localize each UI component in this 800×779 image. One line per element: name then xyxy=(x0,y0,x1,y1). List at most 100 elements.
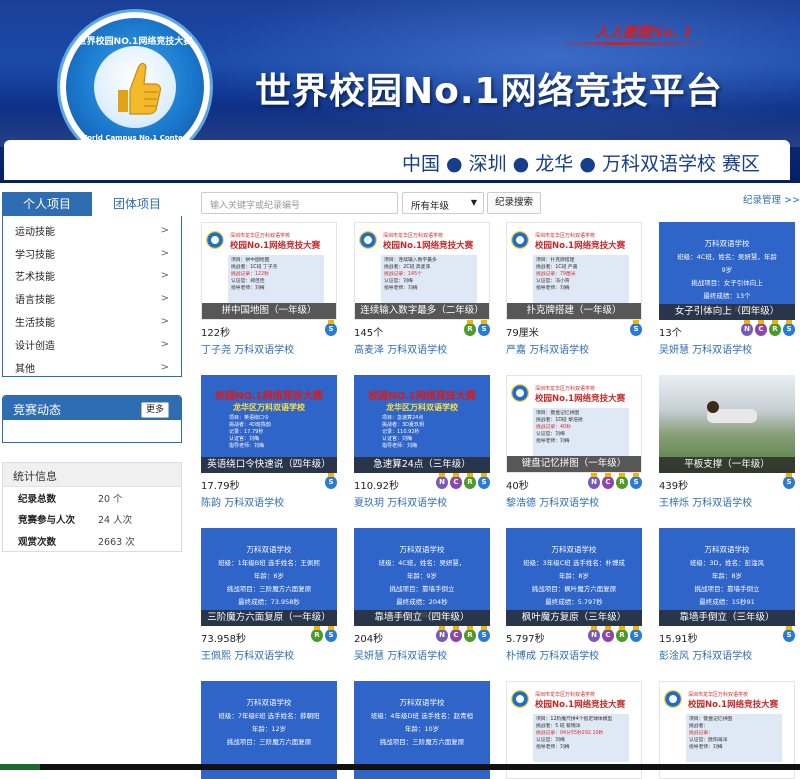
sidebar-item-label: 其他 xyxy=(15,363,35,375)
certificate-org: 深圳市龙华区万科双语学校 xyxy=(688,692,749,698)
author-name[interactable]: 王佩熙 xyxy=(201,651,231,662)
record-card[interactable]: 万科双语学校 班级：1年级B班 选手姓名：王佩熙 年龄：6岁 挑战项目：三阶魔方六面复… xyxy=(201,528,337,662)
author-school[interactable]: 万科双语学校 xyxy=(234,651,294,662)
medal-n-icon: N xyxy=(588,626,600,642)
poster-line: 项目：英语绕口令 xyxy=(229,415,270,421)
blue-card-thumbnail[interactable]: 万科双语学校 班级：1年级B班 选手姓名：王佩熙 年龄：6岁 挑战项目：三阶魔方六面复… xyxy=(201,528,337,626)
card-meta: 204秒 N C R S xyxy=(354,626,490,645)
certificate-details: 项目：键盘记忆拼图 挑战者： 挑战记录： 认证官：欧阳海洋 指导老师：刘梅 xyxy=(686,714,782,762)
sidebar-item[interactable]: 生活技能 > xyxy=(3,310,181,333)
more-button[interactable]: 更多 xyxy=(141,402,169,418)
tab-team[interactable]: 团体项目 xyxy=(92,192,182,216)
stats-title: 统计信息 xyxy=(3,463,181,487)
card-author[interactable]: 丁子尧 万科双语学校 xyxy=(201,341,337,356)
card-author[interactable]: 王梓烁 万科双语学校 xyxy=(659,494,795,509)
certificate-thumbnail[interactable]: 深圳市龙华区万科双语学校 校园No.1网络竞技大赛 项目：键盘记忆拼图 挑战者：1D班… xyxy=(506,375,642,473)
record-score: 110.92秒 xyxy=(354,481,399,492)
author-name[interactable]: 王梓烁 xyxy=(659,498,689,509)
author-name[interactable]: 高麦泽 xyxy=(354,345,384,356)
record-card[interactable]: 深圳市龙华区万科双语学校 校园No.1网络竞技大赛 项目：扑克牌搭建 挑战者：1C班 … xyxy=(506,222,642,356)
author-school[interactable]: 万科双语学校 xyxy=(387,651,447,662)
card-author[interactable]: 吴妍慧 万科双语学校 xyxy=(354,647,490,662)
medal-r-icon: R xyxy=(464,473,476,489)
author-name[interactable]: 夏玖玥 xyxy=(354,498,384,509)
author-school[interactable]: 万科双语学校 xyxy=(234,345,294,356)
card-author[interactable]: 黎浩德 万科双语学校 xyxy=(506,494,642,509)
card-author[interactable]: 彭淦风 万科双语学校 xyxy=(659,647,795,662)
card-author[interactable]: 吴妍慧 万科双语学校 xyxy=(659,341,795,356)
blue-card-thumbnail[interactable]: 万科双语学校 班级：4C班，姓名：吴妍慧，年龄 9岁 挑战项目：女子引体向上 最终成绩：… xyxy=(659,222,795,320)
medal-list: S xyxy=(325,320,337,336)
author-school[interactable]: 万科双语学校 xyxy=(529,345,589,356)
record-search-button[interactable]: 纪录搜索 xyxy=(487,192,541,214)
poster-subtitle: 龙华区万科双语学校 xyxy=(233,403,305,412)
medal-list: NCRS xyxy=(741,320,795,336)
author-school[interactable]: 万科双语学校 xyxy=(692,651,752,662)
certificate-line: 认证官：欧阳海洋 xyxy=(689,738,728,743)
category-list: 运动技能 > 学习技能 > 艺术技能 > 语言技能 > 生活技能 > 设计创造 > 其他 > xyxy=(2,216,182,377)
blue-card-line: 挑战项目：三阶魔方六面复原 xyxy=(226,585,312,593)
blue-card-line: 万科双语学校 xyxy=(399,545,445,554)
record-card[interactable]: 校园NO.1网络竞技大赛 龙华区万科双语学校 项目：急速算24点 挑战者：3D夏玖玥记… xyxy=(354,375,490,509)
sidebar-item[interactable]: 运动技能 > xyxy=(3,219,181,242)
blue-card-thumbnail[interactable]: 万科双语学校 班级：3年级C班 选手姓名：朴博成 年龄：8岁 挑战项目：枫叶魔方六面复… xyxy=(506,528,642,626)
author-name[interactable]: 陈韵 xyxy=(201,498,221,509)
author-school[interactable]: 万科双语学校 xyxy=(387,345,447,356)
record-card[interactable]: 万科双语学校 班级：4C班，姓名：吴妍慧， 年龄：9岁 挑战项目：靠墙手倒立 最终成绩：… xyxy=(354,528,490,662)
record-card[interactable]: 平板支撑（一年级） 439秒 S 王梓烁 万科双语学校 xyxy=(659,375,795,509)
author-name[interactable]: 朴博成 xyxy=(506,651,536,662)
blue-card-thumbnail[interactable]: 万科双语学校 班级：4C班，姓名：吴妍慧， 年龄：9岁 挑战项目：靠墙手倒立 最终成绩：… xyxy=(354,528,490,626)
author-school[interactable]: 万科双语学校 xyxy=(692,345,752,356)
author-school[interactable]: 万科双语学校 xyxy=(387,498,447,509)
author-name[interactable]: 彭淦风 xyxy=(659,651,689,662)
certificate-line: 指导老师：刘梅 xyxy=(689,745,723,750)
card-author[interactable]: 夏玖玥 万科双语学校 xyxy=(354,494,490,509)
record-card[interactable]: 深圳市龙华区万科双语学校 校园No.1网络竞技大赛 项目：连续输入数字最多 挑战者：2… xyxy=(354,222,490,356)
school-seal-icon xyxy=(511,231,529,249)
record-card[interactable]: 校园NO.1网络竞技大赛 龙华区万科双语学校 项目：英语绕口令 挑战者：4D班陈韵 记录… xyxy=(201,375,337,509)
card-author[interactable]: 王佩熙 万科双语学校 xyxy=(201,647,337,662)
record-card[interactable]: 深圳市龙华区万科双语学校 校园No.1网络竞技大赛 项目：键盘记忆拼图 挑战者：1D班… xyxy=(506,375,642,509)
photo-thumbnail[interactable]: 平板支撑（一年级） xyxy=(659,375,795,473)
author-name[interactable]: 吴妍慧 xyxy=(659,345,689,356)
author-name[interactable]: 丁子尧 xyxy=(201,345,231,356)
blue-card-thumbnail[interactable]: 万科双语学校 班级：3D，姓名：彭淦风 年龄：8岁 挑战项目：靠墙手倒立 最终成绩：15… xyxy=(659,528,795,626)
sidebar-item[interactable]: 设计创造 > xyxy=(3,333,181,356)
author-school[interactable]: 万科双语学校 xyxy=(224,498,284,509)
card-author[interactable]: 陈韵 万科双语学校 xyxy=(201,494,337,509)
card-meta: 439秒 S xyxy=(659,473,795,492)
record-card[interactable]: 深圳市龙华区万科双语学校 校园No.1网络竞技大赛 项目：拼中国地图 挑战者：1C班 … xyxy=(201,222,337,356)
medal-list: NCRS xyxy=(436,626,490,642)
author-school[interactable]: 万科双语学校 xyxy=(539,498,599,509)
poster-thumbnail[interactable]: 校园NO.1网络竞技大赛 龙华区万科双语学校 项目：英语绕口令 挑战者：4D班陈韵 记录… xyxy=(201,375,337,473)
poster-line: 认证官：刘梅 xyxy=(229,436,260,442)
record-card[interactable]: 万科双语学校 班级：3D，姓名：彭淦风 年龄：8岁 挑战项目：靠墙手倒立 最终成绩：15… xyxy=(659,528,795,662)
author-school[interactable]: 万科双语学校 xyxy=(692,498,752,509)
grade-select[interactable]: 所有年级 ▼ xyxy=(402,192,484,214)
author-name[interactable]: 吴妍慧 xyxy=(354,651,384,662)
search-input[interactable]: 输入关键字或纪录编号 xyxy=(201,192,398,214)
record-card[interactable]: 万科双语学校 班级：3年级C班 选手姓名：朴博成 年龄：8岁 挑战项目：枫叶魔方六面复… xyxy=(506,528,642,662)
sidebar-item[interactable]: 语言技能 > xyxy=(3,287,181,310)
poster-thumbnail[interactable]: 校园NO.1网络竞技大赛 龙华区万科双语学校 项目：急速算24点 挑战者：3D夏玖玥记… xyxy=(354,375,490,473)
record-card[interactable]: 万科双语学校 班级：4C班，姓名：吴妍慧，年龄 9岁 挑战项目：女子引体向上 最终成绩：… xyxy=(659,222,795,356)
author-name[interactable]: 黎浩德 xyxy=(506,498,536,509)
author-school[interactable]: 万科双语学校 xyxy=(539,651,599,662)
sidebar-item[interactable]: 艺术技能 > xyxy=(3,265,181,288)
card-caption: 键盘记忆拼图（一年级） xyxy=(507,456,641,472)
card-author[interactable]: 高麦泽 万科双语学校 xyxy=(354,341,490,356)
poster-line: 指导老师：刘梅 xyxy=(382,443,418,449)
card-author[interactable]: 朴博成 万科双语学校 xyxy=(506,647,642,662)
poster-line: 记录：110.92秒 xyxy=(382,429,420,435)
blue-card-line: 万科双语学校 xyxy=(399,698,445,707)
sidebar-item[interactable]: 其他 > xyxy=(3,356,181,379)
poster-line: 挑战者：3D夏玖玥 xyxy=(382,422,425,428)
card-author[interactable]: 严嘉 万科双语学校 xyxy=(506,341,642,356)
certificate-thumbnail[interactable]: 深圳市龙华区万科双语学校 校园No.1网络竞技大赛 项目：扑克牌搭建 挑战者：1C班 … xyxy=(506,222,642,320)
tab-individual[interactable]: 个人项目 xyxy=(2,192,92,216)
certificate-thumbnail[interactable]: 深圳市龙华区万科双语学校 校园No.1网络竞技大赛 项目：连续输入数字最多 挑战者：2… xyxy=(354,222,490,320)
author-name[interactable]: 严嘉 xyxy=(506,345,526,356)
sidebar-item[interactable]: 学习技能 > xyxy=(3,242,181,265)
certificate-thumbnail[interactable]: 深圳市龙华区万科双语学校 校园No.1网络竞技大赛 项目：拼中国地图 挑战者：1C班 … xyxy=(201,222,337,320)
record-admin-link[interactable]: 纪录管理 >> xyxy=(743,192,800,206)
